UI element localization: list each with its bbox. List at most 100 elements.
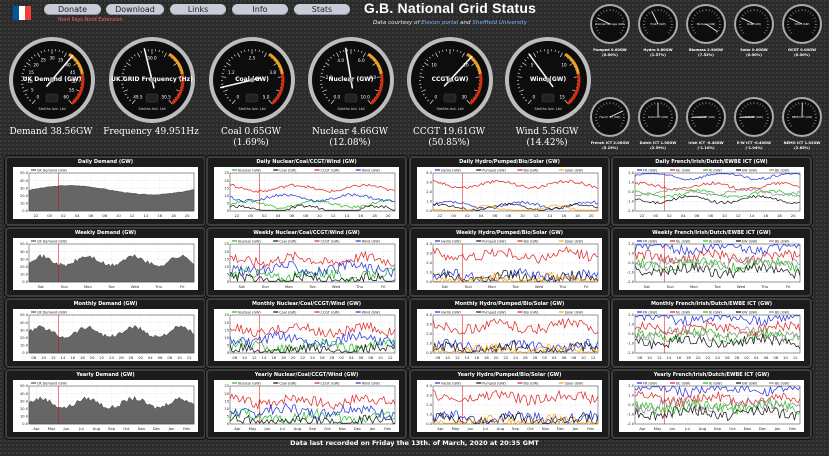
x-tick-label: Sun xyxy=(465,284,473,289)
chart-plot[interactable]: Hydro (GW) Pumped (GW) Bio (GW) Solar (GW) 4… xyxy=(417,380,602,432)
gauge-hub xyxy=(249,77,255,83)
x-tick-label: Feb xyxy=(789,426,796,431)
x-tick-label: 02 xyxy=(542,355,547,360)
legend-label: Coal (GW) xyxy=(279,239,297,243)
legend-label: Wind (GW) xyxy=(362,239,381,243)
nav-donate-button[interactable]: Donate xyxy=(44,4,101,15)
chart-plot[interactable]: FR (GW) NL (GW) IE (GW) EW (GW) BE (GW) 2.0 1.… xyxy=(619,380,804,432)
y-tick-label: 5 xyxy=(227,344,229,348)
chart-panel: Daily Hydro/Pumped/Bio/Solar (GW) Hydro (… xyxy=(409,156,610,226)
y-tick-label: 25 xyxy=(224,242,229,246)
x-tick-label: 22 xyxy=(639,213,644,218)
y-tick-label: 3.0 xyxy=(426,181,432,185)
chart-plot[interactable]: FR (GW) NL (GW) IE (GW) EW (GW) BE (GW) 2.0 1.… xyxy=(619,309,804,361)
legend-label: NL (GW) xyxy=(676,168,691,172)
x-tick-label: 12 xyxy=(534,213,539,218)
x-tick-label: Fri xyxy=(584,284,589,289)
nav-download-button[interactable]: Download xyxy=(106,4,164,15)
chart-title: Weekly Demand (GW) xyxy=(74,230,137,236)
x-tick-label: 16 xyxy=(358,213,363,218)
chart-plot[interactable]: Nuclear (GW) Coal (GW) CCGT (GW) Wind (GW) 2… xyxy=(214,380,399,432)
gauge-readout-value: Coal 0.65GW xyxy=(221,127,281,137)
gauge-readout-percent: (12.08%) xyxy=(329,138,371,148)
x-tick-label: 10 xyxy=(242,355,247,360)
legend-label: UK Demand (GW) xyxy=(37,310,68,314)
legend-label: Pumped (GW) xyxy=(482,239,506,243)
legend-label: IE (GW) xyxy=(709,168,723,172)
x-tick-label: 10 xyxy=(378,355,383,360)
y-tick-label: 2.0 xyxy=(628,384,634,388)
x-tick-label: Sun xyxy=(667,284,675,289)
nav-links-button[interactable]: Links xyxy=(170,4,226,15)
chart-title: Weekly Nuclear/Coal/CCGT/Wind (GW) xyxy=(253,230,360,236)
chart-plot[interactable]: Hydro (GW) Pumped (GW) Bio (GW) Solar (GW) 4… xyxy=(417,167,602,219)
x-tick-label: Nov xyxy=(542,426,550,431)
x-tick-label: Dec xyxy=(354,426,361,431)
chart-plot[interactable]: Nuclear (GW) Coal (GW) CCGT (GW) Wind (GW) 2… xyxy=(214,167,399,219)
x-tick-label: 20 xyxy=(291,355,296,360)
x-tick-label: Fri xyxy=(180,284,185,289)
chart-plot[interactable]: FR (GW) NL (GW) IE (GW) EW (GW) BE (GW) 2.0 1.… xyxy=(619,167,804,219)
chart-plot[interactable]: UK Demand (GW) 50.0 40.0 30.0 20.0 10.0 0.0 Apr… xyxy=(13,380,198,432)
chart-panel: Yearly French/Irish/Dutch/EWBE ICT (GW) F… xyxy=(611,369,812,439)
x-tick-label: Fri xyxy=(381,284,386,289)
x-tick-label: 00 xyxy=(451,213,456,218)
x-tick-label: Mon xyxy=(84,284,93,289)
chart-plot[interactable]: FR (GW) NL (GW) IE (GW) EW (GW) BE (GW) 2.0 1.… xyxy=(619,238,804,290)
y-tick-label: -1.0 xyxy=(627,271,635,275)
chart-plot[interactable]: UK Demand (GW) 50.0 40.0 30.0 20.0 10.0 0.0 08 1… xyxy=(13,309,198,361)
legend-label: BE (GW) xyxy=(775,168,790,172)
x-tick-label: 02 xyxy=(138,355,143,360)
y-tick-label: 20.0 xyxy=(20,194,29,198)
gauge-readout: Frequency 49.951Hz xyxy=(96,127,206,138)
legend-label: Bio (GW) xyxy=(524,310,540,314)
chart-plot[interactable]: Nuclear (GW) Coal (GW) CCGT (GW) Wind (GW) 2… xyxy=(214,309,399,361)
x-tick-label: Feb xyxy=(587,426,594,431)
x-tick-label: May xyxy=(249,426,258,431)
legend-label: Hydro (GW) xyxy=(441,310,461,314)
gauge-readout-value: Demand 38.56GW xyxy=(9,127,93,137)
y-tick-label: 30.0 xyxy=(20,257,29,261)
x-tick-label: 06 xyxy=(764,355,769,360)
y-tick-label: 10 xyxy=(224,336,229,340)
elexon-link[interactable]: Elexon portal xyxy=(421,20,458,26)
x-tick-label: Fri xyxy=(786,284,791,289)
gauge-readout: Wind 5.56GW (14.42%) xyxy=(492,127,602,149)
legend-label: FR (GW) xyxy=(643,168,658,172)
chart-plot[interactable]: UK Demand (GW) 50.0 40.0 30.0 20.0 10.0 0.0 Sat… xyxy=(13,238,198,290)
nav-info-button[interactable]: Info xyxy=(232,4,288,15)
x-tick-label: Dec xyxy=(759,426,766,431)
chart-plot[interactable]: Hydro (GW) Pumped (GW) Bio (GW) Solar (GW) 4… xyxy=(417,238,602,290)
x-tick-label: 12 xyxy=(793,355,798,360)
x-tick-label: Jun xyxy=(669,426,677,431)
gauge-4: 0 10 20 30 CCGT (GW) Smiths Ind. Ltd xyxy=(404,36,496,128)
chart-title: Yearly Demand (GW) xyxy=(76,372,135,378)
gauge-hub xyxy=(545,77,551,83)
y-tick-label: 20.0 xyxy=(20,265,29,269)
x-tick-label: 10 xyxy=(317,213,322,218)
y-tick-label: 0.0 xyxy=(426,422,432,426)
small-gauge-readout: Irish ICT -0.40GW xyxy=(688,141,723,145)
chart-plot[interactable]: UK Demand (GW) 50.0 40.0 30.0 20.0 10.0 0.0 22 0… xyxy=(13,167,198,219)
legend-label: CCGT (GW) xyxy=(321,168,341,172)
gauge-tick-label: 0 xyxy=(237,94,240,99)
x-tick-label: 16 xyxy=(70,355,75,360)
chart-title: Yearly French/Irish/Dutch/EWBE ICT (GW) xyxy=(653,372,770,378)
x-tick-label: 14 xyxy=(547,213,552,218)
y-tick-label: 50.0 xyxy=(20,313,29,317)
x-tick-label: 02 xyxy=(465,213,470,218)
x-tick-label: 16 xyxy=(474,355,479,360)
x-tick-label: 20 xyxy=(791,213,796,218)
chart-plot[interactable]: Nuclear (GW) Coal (GW) CCGT (GW) Wind (GW) 2… xyxy=(214,238,399,290)
legend-label: Nuclear (GW) xyxy=(238,381,261,385)
y-tick-label: 10 xyxy=(224,407,229,411)
chart-plot[interactable]: Hydro (GW) Pumped (GW) Bio (GW) Solar (GW) 4… xyxy=(417,309,602,361)
series-line xyxy=(432,202,599,211)
x-tick-label: Tue xyxy=(308,284,316,289)
sheffield-link[interactable]: Sheffield University xyxy=(472,20,527,26)
gauge-readout: Demand 38.56GW xyxy=(0,127,106,138)
y-tick-label: 15 xyxy=(224,257,229,261)
x-tick-label: 12 xyxy=(455,355,460,360)
x-tick-label: 02 xyxy=(61,213,66,218)
chart-title: Weekly Hydro/Pumped/Bio/Solar (GW) xyxy=(455,230,564,236)
